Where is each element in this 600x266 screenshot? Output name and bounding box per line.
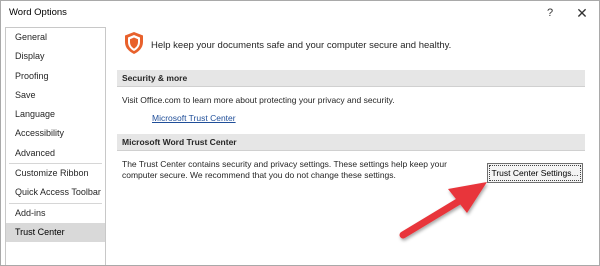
shield-icon [125,32,143,54]
security-description: Visit Office.com to learn more about pro… [122,95,395,105]
trust-center-description-line1: The Trust Center contains security and p… [122,159,447,169]
word-options-dialog: Word Options ? ✕ General Display Proofin… [0,0,600,266]
intro-text: Help keep your documents safe and your c… [151,40,452,51]
sidebar-item-advanced[interactable]: Advanced [6,144,105,163]
sidebar-item-proofing[interactable]: Proofing [6,67,105,86]
microsoft-trust-center-link[interactable]: Microsoft Trust Center [152,113,236,123]
help-button[interactable]: ? [542,5,558,21]
sidebar-item-customize-ribbon[interactable]: Customize Ribbon [6,164,105,183]
window-title: Word Options [9,7,67,18]
sidebar-item-save[interactable]: Save [6,86,105,105]
title-bar: Word Options ? ✕ [1,1,599,25]
trust-center-description: The Trust Center contains security and p… [122,159,472,181]
close-button[interactable]: ✕ [574,5,590,21]
sidebar-item-quick-access-toolbar[interactable]: Quick Access Toolbar [6,183,105,202]
sidebar-item-add-ins[interactable]: Add-ins [6,204,105,223]
trust-center-settings-button[interactable]: Trust Center Settings... [487,163,583,183]
sidebar-item-display[interactable]: Display [6,47,105,66]
sidebar-item-language[interactable]: Language [6,105,105,124]
sidebar: General Display Proofing Save Language A… [5,27,106,265]
sidebar-item-general[interactable]: General [6,28,105,47]
section-header-trust-center: Microsoft Word Trust Center [117,134,585,151]
main-content: Help keep your documents safe and your c… [113,27,593,265]
sidebar-item-accessibility[interactable]: Accessibility [6,124,105,143]
section-header-security: Security & more [117,70,585,87]
sidebar-item-trust-center[interactable]: Trust Center [6,222,105,243]
trust-center-description-line2: computer secure. We recommend that you d… [122,170,396,180]
